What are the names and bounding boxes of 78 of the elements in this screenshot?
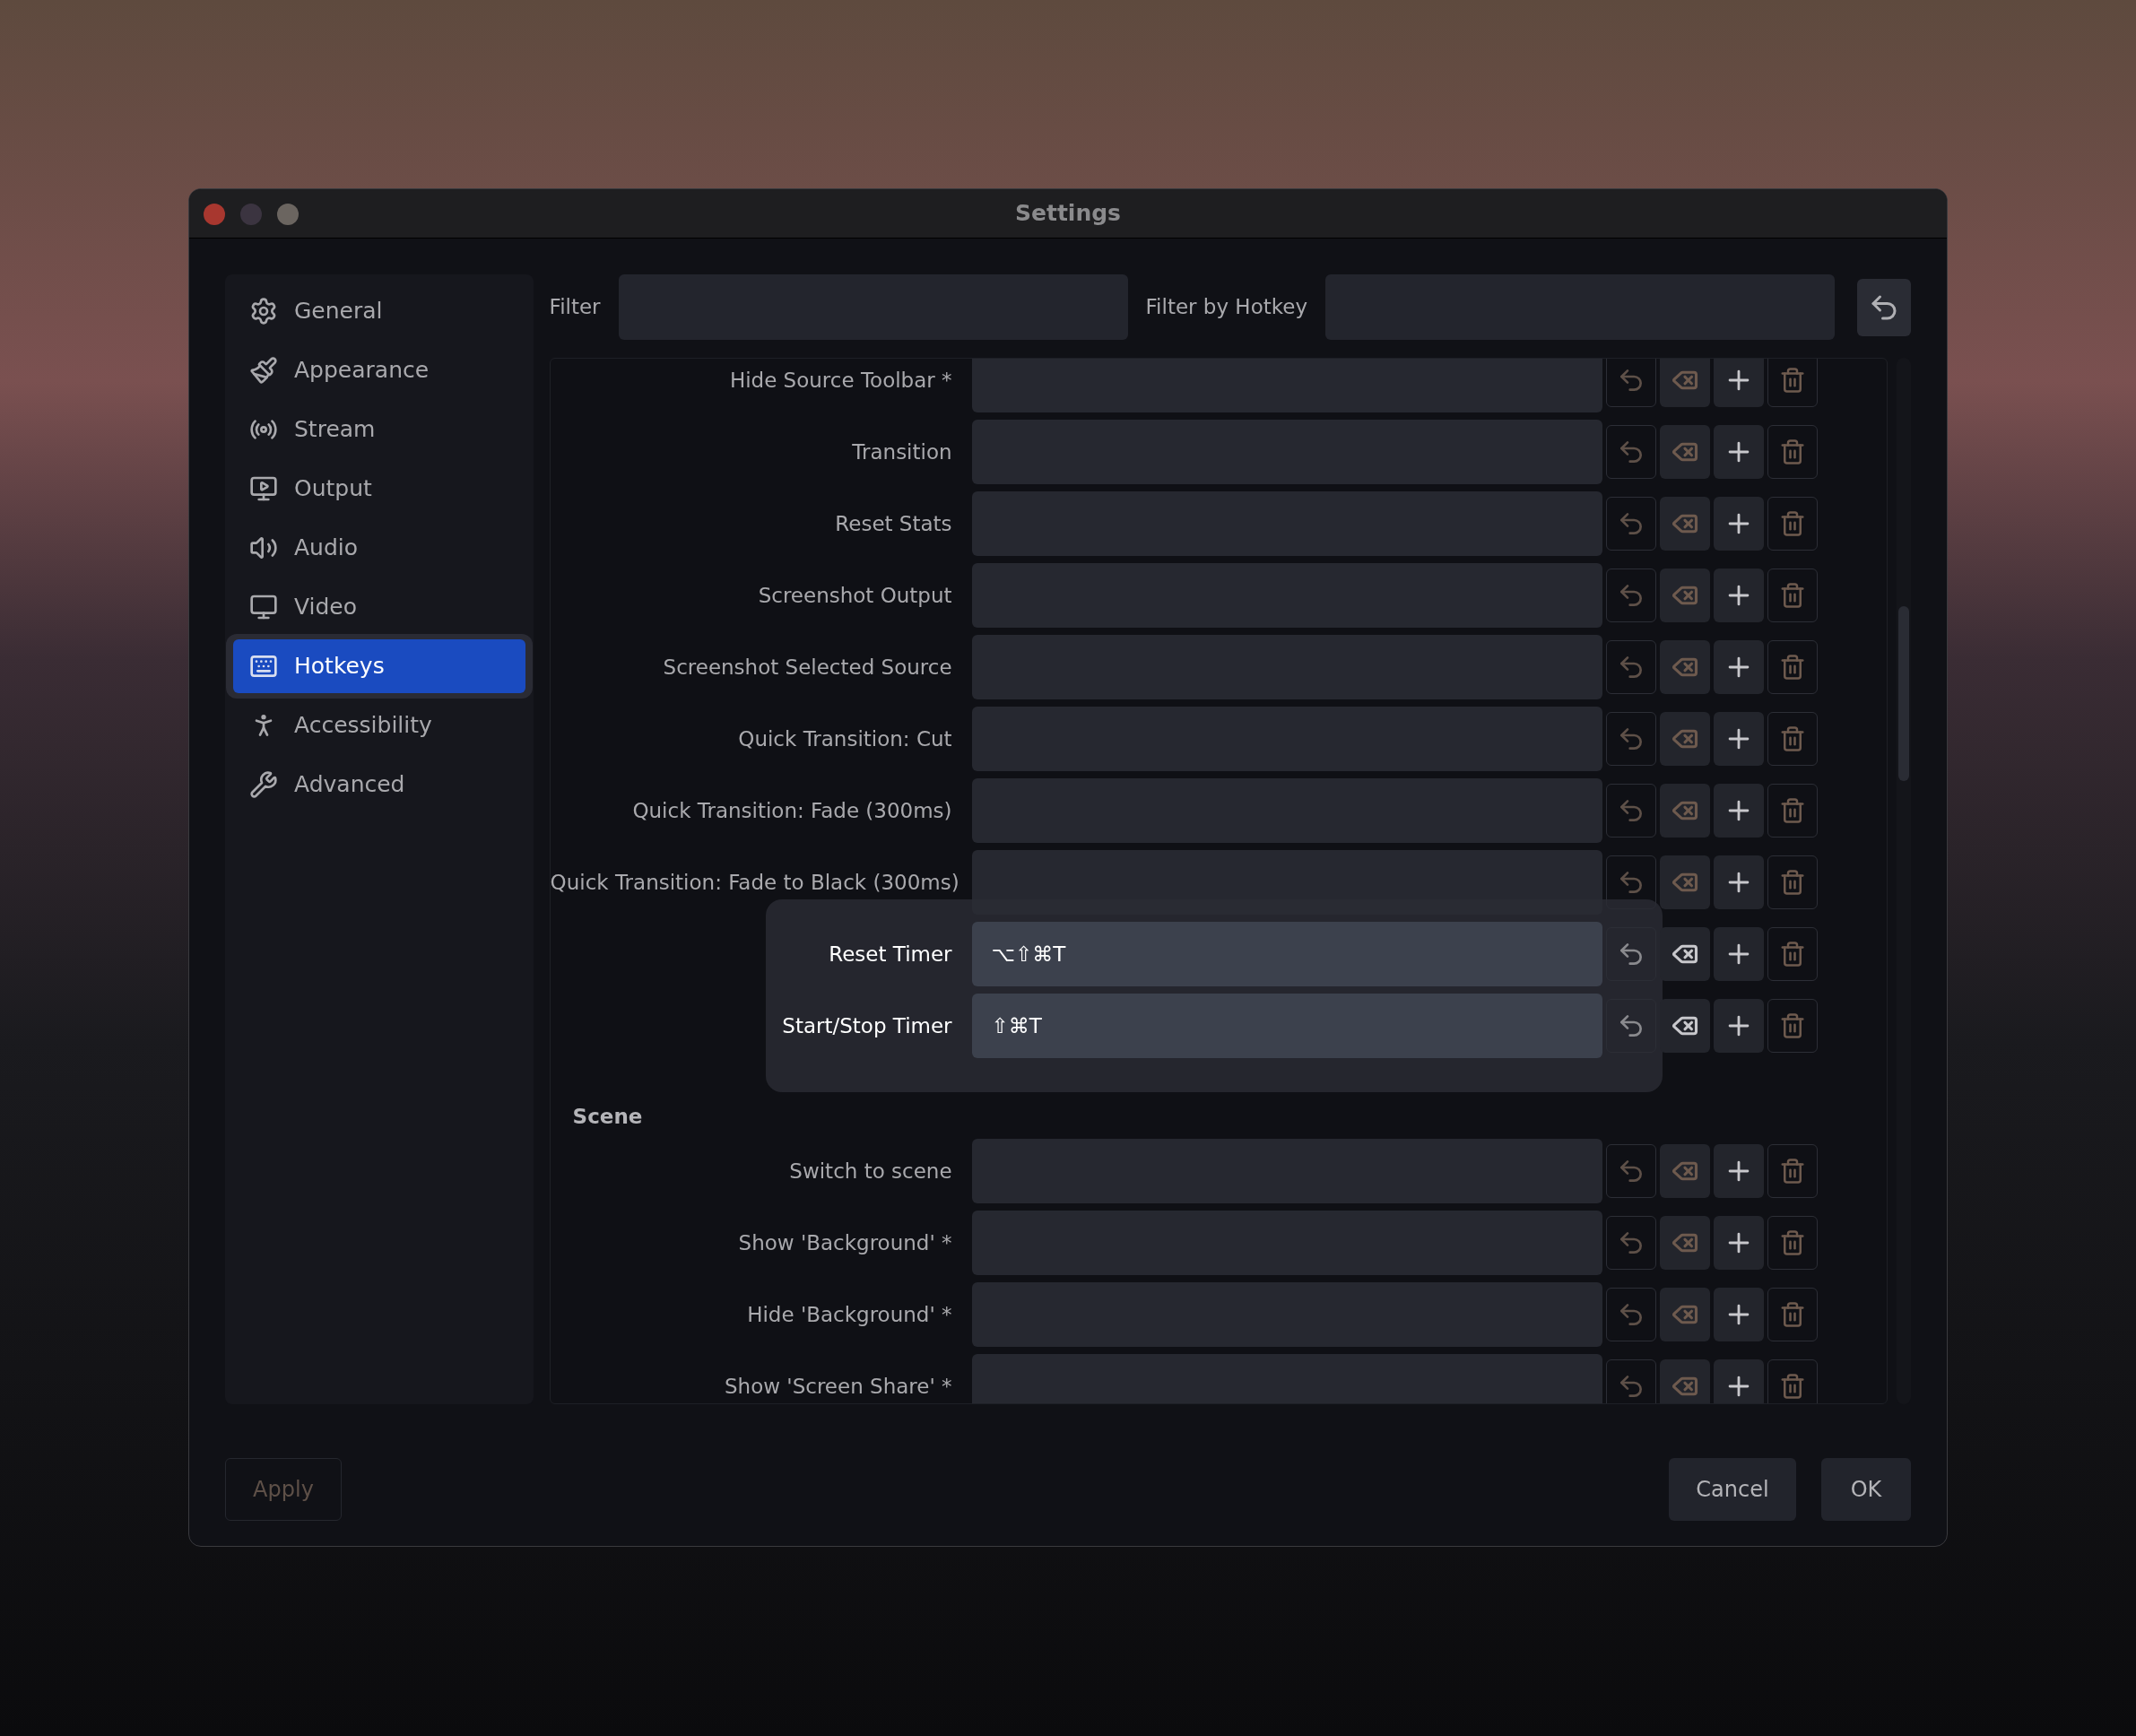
hotkey-field[interactable] — [971, 1354, 1602, 1403]
close-button[interactable] — [204, 204, 225, 225]
sidebar-item[interactable]: Advanced — [233, 758, 525, 812]
screen-play-icon — [249, 474, 278, 503]
hotkey-label: Quick Transition: Cut — [737, 725, 953, 752]
add-button[interactable] — [1713, 855, 1764, 909]
add-button[interactable] — [1713, 712, 1764, 766]
sidebar-item[interactable]: Output — [233, 462, 525, 516]
hotkey-label: Reset Timer — [828, 941, 953, 968]
wrench-icon — [249, 770, 278, 799]
window-title: Settings — [1015, 199, 1121, 229]
add-button[interactable] — [1713, 1216, 1764, 1270]
revert-button[interactable] — [1605, 497, 1656, 551]
hotkey-field[interactable]: ⇧⌘T — [971, 994, 1602, 1058]
section-title: Scene — [571, 1103, 643, 1130]
hotkey-label: Hide 'Background' * — [746, 1301, 953, 1328]
add-button[interactable] — [1713, 1359, 1764, 1403]
hotkey-field[interactable] — [971, 563, 1602, 628]
revert-button[interactable] — [1605, 425, 1656, 479]
sidebar-item[interactable]: Stream — [233, 403, 525, 456]
zoom-button[interactable] — [277, 204, 299, 225]
sidebar-item[interactable]: Video — [233, 580, 525, 634]
hotkey-field[interactable] — [971, 1211, 1602, 1275]
add-button[interactable] — [1713, 927, 1764, 981]
revert-button[interactable] — [1605, 569, 1656, 622]
hotkey-label: Screenshot Selected Source — [662, 654, 953, 681]
revert-button[interactable] — [1605, 1144, 1656, 1198]
hotkey-field[interactable] — [971, 778, 1602, 843]
add-button[interactable] — [1713, 359, 1764, 407]
hotkey-label: Screenshot Output — [757, 582, 953, 609]
sidebar-item[interactable]: Hotkeys — [233, 639, 525, 693]
revert-button[interactable] — [1605, 359, 1656, 407]
hotkey-label: Hide Source Toolbar * — [728, 367, 953, 394]
hotkey-field[interactable] — [971, 420, 1602, 484]
hotkey-label: Quick Transition: Fade (300ms) — [631, 797, 953, 824]
dialog-button[interactable]: OK — [1821, 1458, 1911, 1521]
hotkey-field[interactable] — [971, 491, 1602, 556]
revert-button[interactable] — [1605, 1288, 1656, 1341]
revert-button[interactable] — [1605, 1359, 1656, 1403]
add-button[interactable] — [1713, 640, 1764, 694]
hotkey-label: Show 'Screen Share' * — [724, 1373, 953, 1400]
paintbrush-icon — [249, 356, 278, 385]
hotkey-label: Quick Transition: Fade to Black (300ms) — [550, 869, 960, 896]
hotkey-label: Switch to scene — [788, 1158, 953, 1185]
revert-button[interactable] — [1605, 784, 1656, 838]
add-button[interactable] — [1713, 999, 1764, 1053]
sidebar-item[interactable]: Accessibility — [233, 699, 525, 752]
revert-button[interactable] — [1605, 640, 1656, 694]
add-button[interactable] — [1713, 784, 1764, 838]
sidebar-item[interactable]: General — [233, 284, 525, 338]
hotkey-label: Transition — [851, 438, 953, 465]
hotkey-field[interactable] — [971, 707, 1602, 771]
hotkey-field[interactable] — [971, 635, 1602, 699]
reset-filter-button[interactable] — [1857, 278, 1911, 336]
add-button[interactable] — [1713, 1288, 1764, 1341]
add-button[interactable] — [1713, 497, 1764, 551]
filter-label: Filter by Hotkey — [1145, 294, 1307, 321]
sidebar-item[interactable]: Appearance — [233, 343, 525, 397]
hotkey-label: Reset Stats — [834, 510, 953, 537]
monitor-icon — [249, 593, 278, 621]
revert-button[interactable] — [1605, 712, 1656, 766]
dialog-button[interactable]: Cancel — [1669, 1458, 1796, 1521]
add-button[interactable] — [1713, 569, 1764, 622]
revert-button[interactable] — [1605, 1216, 1656, 1270]
revert-button[interactable] — [1605, 927, 1656, 981]
scrollbar-thumb[interactable] — [1898, 606, 1909, 781]
sidebar-item[interactable]: Audio — [233, 521, 525, 575]
hotkey-field[interactable] — [971, 1139, 1602, 1203]
hotkey-label: Start/Stop Timer — [781, 1012, 953, 1039]
add-button[interactable] — [1713, 1144, 1764, 1198]
hotkey-field[interactable]: ⌥⇧⌘T — [971, 922, 1602, 986]
hotkey-field[interactable] — [971, 359, 1602, 412]
settings-icon — [249, 297, 278, 326]
filter-label: Filter — [549, 294, 601, 321]
add-button[interactable] — [1713, 425, 1764, 479]
hotkey-field[interactable] — [971, 1282, 1602, 1347]
hotkey-label: Show 'Background' * — [737, 1229, 953, 1256]
revert-button[interactable] — [1605, 999, 1656, 1053]
